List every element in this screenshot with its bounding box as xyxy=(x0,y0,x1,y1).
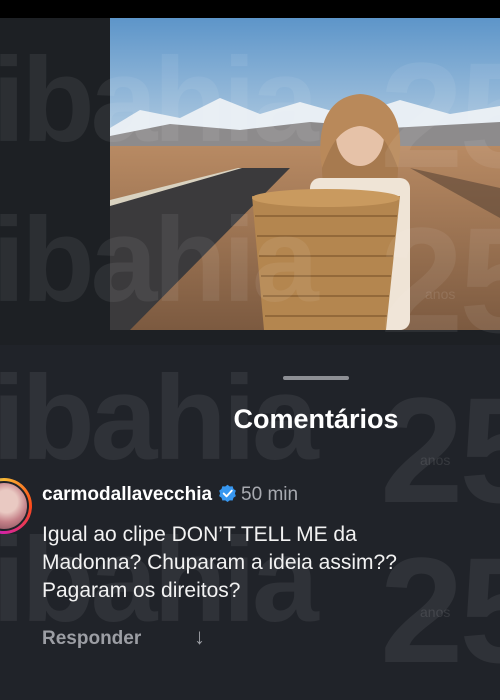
comment-time: 50 min xyxy=(241,484,299,505)
comments-title: Comentários xyxy=(233,404,399,434)
verified-badge-icon xyxy=(218,484,237,509)
sheet-drag-handle[interactable] xyxy=(283,376,349,380)
reply-button[interactable]: Responder xyxy=(42,628,141,650)
top-bar xyxy=(0,0,500,18)
arrow-down-icon[interactable]: ↓ xyxy=(194,624,205,650)
video-player[interactable] xyxy=(0,18,500,348)
video-still-illustration xyxy=(110,18,500,330)
comment-username[interactable]: carmodallavecchia xyxy=(42,484,212,505)
video-frame[interactable] xyxy=(110,18,500,330)
comment-header: carmodallavecchia 50 min xyxy=(42,484,298,509)
comment-text: Igual ao clipe DON’T TELL ME da Madonna?… xyxy=(42,523,397,602)
avatar-image xyxy=(0,481,29,531)
